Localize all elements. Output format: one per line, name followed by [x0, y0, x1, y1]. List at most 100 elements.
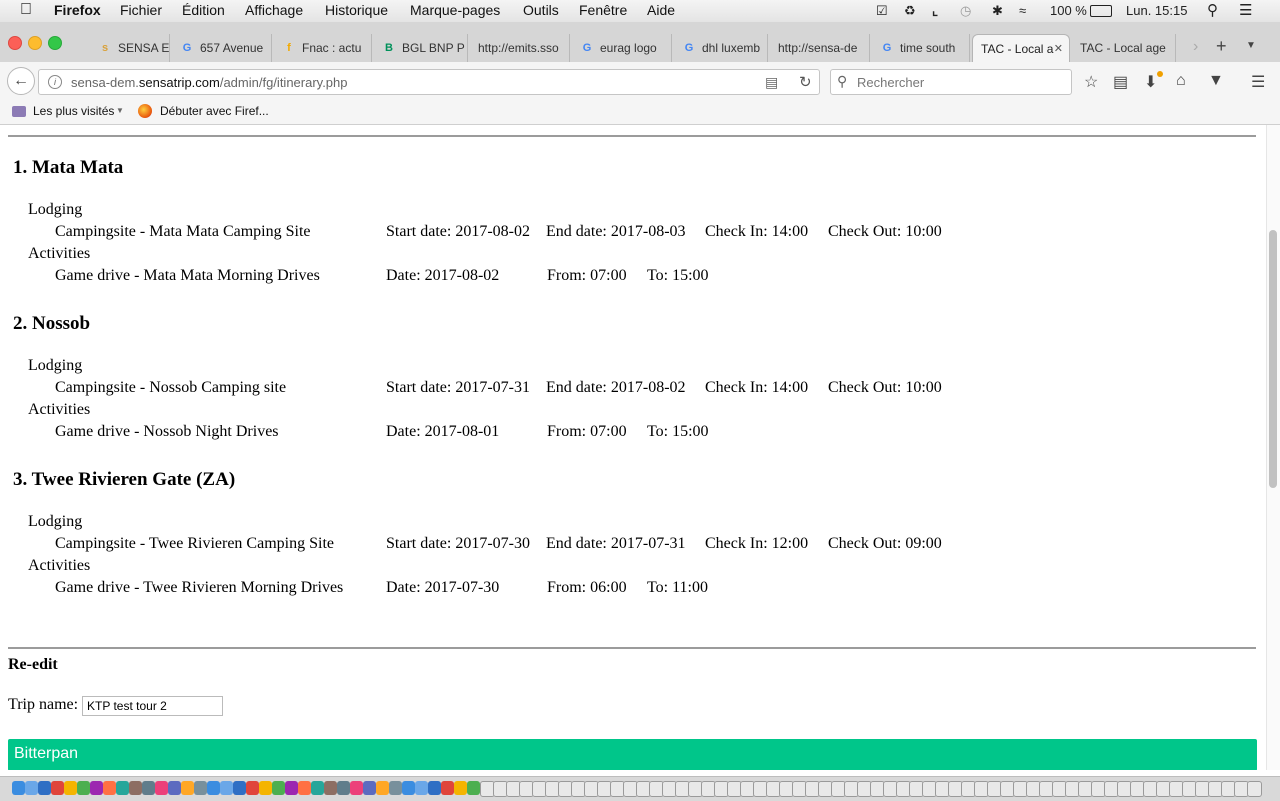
back-button[interactable]: ←: [7, 67, 35, 95]
dock-app-icon[interactable]: [90, 781, 103, 795]
checkbox-status-icon[interactable]: ☑: [876, 3, 888, 19]
dock-app-icon[interactable]: [363, 781, 376, 795]
battery-icon[interactable]: [1090, 5, 1112, 17]
spotlight-search-icon[interactable]: ⚲: [1207, 1, 1218, 19]
dock-app-icon[interactable]: [142, 781, 155, 795]
dock-app-icon[interactable]: [389, 781, 402, 795]
menu-outils[interactable]: Outils: [523, 2, 559, 18]
time-machine-icon[interactable]: ◷: [960, 3, 971, 19]
window-close-icon[interactable]: [8, 36, 22, 50]
dock-app-icon[interactable]: [12, 781, 25, 795]
dock-app-icon[interactable]: [168, 781, 181, 795]
tab-7[interactable]: Gdhl luxemb: [674, 34, 768, 62]
list-all-tabs-icon[interactable]: ▼: [1246, 40, 1256, 51]
submit-button-label: Bitterpan: [14, 745, 79, 762]
menu-historique[interactable]: Historique: [325, 2, 388, 18]
hamburger-menu-icon[interactable]: ☰: [1251, 72, 1265, 92]
dock-app-icon[interactable]: [38, 781, 51, 795]
dock-app-icon[interactable]: [259, 781, 272, 795]
tab-2[interactable]: G 657 Avenue: [172, 34, 272, 62]
menu-marque-pages[interactable]: Marque-pages: [410, 2, 500, 18]
downloads-icon[interactable]: ⬇: [1144, 72, 1157, 92]
bluetooth-icon[interactable]: ✱: [992, 3, 1003, 19]
dock-app-icon[interactable]: [441, 781, 454, 795]
apple-menu-icon[interactable]: : [20, 1, 32, 19]
dock-app-icon[interactable]: [129, 781, 142, 795]
reload-icon[interactable]: ↻: [799, 73, 812, 91]
dock-app-icon[interactable]: [25, 781, 38, 795]
dock-app-icon[interactable]: [181, 781, 194, 795]
tab-3[interactable]: f Fnac : actu: [274, 34, 372, 62]
tab-11[interactable]: TAC - Local age: [1072, 34, 1176, 62]
submit-button[interactable]: Bitterpan: [8, 739, 1257, 770]
chevron-down-icon[interactable]: ▼: [116, 106, 124, 115]
site-favicon-icon: f: [287, 42, 291, 54]
bookmark-most-visited[interactable]: Les plus visités: [33, 104, 114, 118]
dock-app-icon[interactable]: [324, 781, 337, 795]
activity-from: From: 07:00: [547, 267, 627, 284]
search-bar[interactable]: ⚲ Rechercher: [830, 69, 1072, 95]
dock-app-icon[interactable]: [402, 781, 415, 795]
dock-app-icon[interactable]: [220, 781, 233, 795]
window-minimize-icon[interactable]: [28, 36, 42, 50]
dock-app-icon[interactable]: [246, 781, 259, 795]
sync-status-icon[interactable]: ♻: [904, 3, 916, 19]
wifi-icon[interactable]: ≈: [1019, 3, 1026, 18]
dock-app-icon[interactable]: [454, 781, 467, 795]
dock-app-icon[interactable]: [64, 781, 77, 795]
lodging-name: Campingsite - Nossob Camping site: [55, 379, 287, 396]
tab-4[interactable]: B BGL BNP P: [374, 34, 468, 62]
tab-6[interactable]: Geurag logo: [572, 34, 672, 62]
url-bar[interactable]: i sensa-dem.sensatrip.com/admin/fg/itine…: [38, 69, 820, 95]
dock-app-icon[interactable]: [285, 781, 298, 795]
dock-app-icon[interactable]: [350, 781, 363, 795]
tab-label: 657 Avenue: [200, 41, 264, 55]
pocket-icon[interactable]: ▼: [1208, 72, 1224, 90]
dock-app-icon[interactable]: [51, 781, 64, 795]
dock-app-icon[interactable]: [428, 781, 441, 795]
url-text[interactable]: sensa-dem.sensatrip.com/admin/fg/itinera…: [71, 75, 348, 90]
dock-app-icon[interactable]: [77, 781, 90, 795]
menu-aide[interactable]: Aide: [647, 2, 675, 18]
dock-app-icon[interactable]: [298, 781, 311, 795]
tabs-scroll-right-icon[interactable]: ›: [1193, 38, 1198, 56]
crop-status-icon[interactable]: ⌞: [932, 3, 938, 19]
menubar-clock[interactable]: Lun. 15:15: [1126, 3, 1187, 18]
bookmark-getting-started[interactable]: Débuter avec Firef...: [160, 104, 269, 118]
tab-9[interactable]: Gtime south: [872, 34, 970, 62]
activities-label: Activities: [28, 245, 91, 262]
dock-app-icon[interactable]: [155, 781, 168, 795]
dock-app-icon[interactable]: [194, 781, 207, 795]
menu-fichier[interactable]: Fichier: [120, 2, 162, 18]
dock-app-icon[interactable]: [311, 781, 324, 795]
window-zoom-icon[interactable]: [48, 36, 62, 50]
dock-app-icon[interactable]: [207, 781, 220, 795]
dock-app-icon[interactable]: [337, 781, 350, 795]
dock-app-icon[interactable]: [467, 781, 480, 795]
menu-app-name[interactable]: Firefox: [54, 2, 101, 18]
notification-center-icon[interactable]: ☰: [1239, 1, 1252, 19]
dock-app-icon[interactable]: [415, 781, 428, 795]
page-scrollbar-thumb[interactable]: [1269, 230, 1277, 488]
new-tab-icon[interactable]: +: [1216, 36, 1227, 57]
site-info-icon[interactable]: i: [48, 75, 62, 89]
tab-1[interactable]: s SENSA EPP: [90, 34, 170, 62]
dock-app-icon[interactable]: [233, 781, 246, 795]
dock-app-icon[interactable]: [376, 781, 389, 795]
reader-view-icon[interactable]: ▤: [765, 74, 778, 91]
dock-app-icon[interactable]: [116, 781, 129, 795]
trip-name-input[interactable]: [82, 696, 223, 716]
bookmarks-library-icon[interactable]: ▤: [1113, 72, 1128, 92]
close-tab-icon[interactable]: ✕: [1054, 42, 1063, 55]
tab-10[interactable]: TAC - Local a ✕: [972, 34, 1070, 62]
tab-5[interactable]: http://emits.sso: [470, 34, 570, 62]
home-icon[interactable]: ⌂: [1176, 72, 1186, 90]
menu-edition[interactable]: Édition: [182, 2, 225, 18]
dock-app-icon[interactable]: [272, 781, 285, 795]
menu-affichage[interactable]: Affichage: [245, 2, 303, 18]
tab-8[interactable]: http://sensa-de: [770, 34, 870, 62]
dock-app-icon[interactable]: [103, 781, 116, 795]
dock-app-icon[interactable]: [1247, 781, 1262, 797]
bookmark-star-icon[interactable]: ☆: [1084, 72, 1098, 92]
menu-fenetre[interactable]: Fenêtre: [579, 2, 627, 18]
